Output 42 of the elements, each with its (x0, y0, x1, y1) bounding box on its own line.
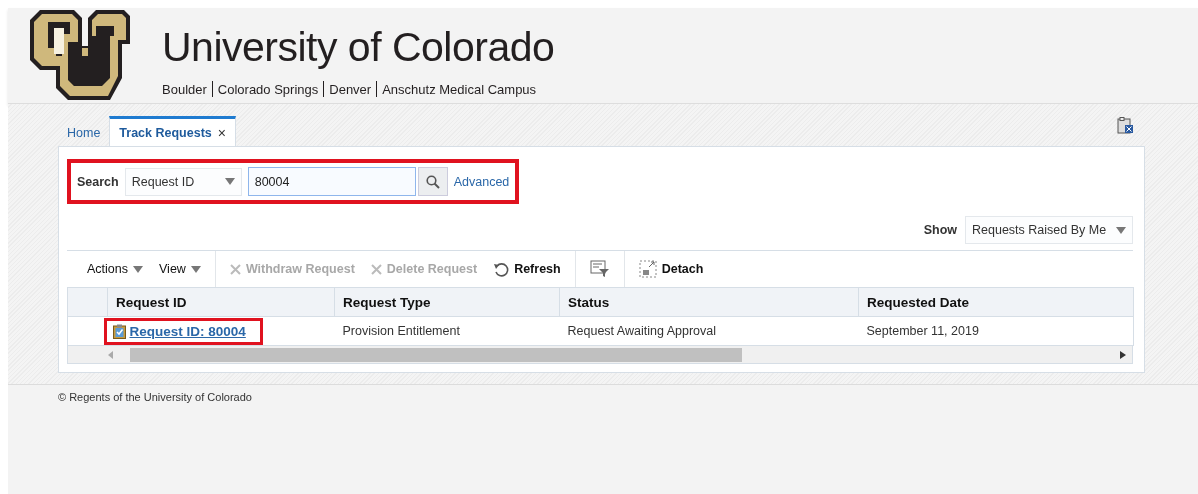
search-icon (425, 174, 440, 189)
search-label: Search (77, 174, 119, 189)
site-title: University of Colorado (162, 24, 555, 70)
horizontal-scrollbar[interactable] (67, 346, 1133, 364)
tab[interactable]: Home (58, 116, 110, 146)
refresh-button[interactable]: Refresh (485, 261, 569, 277)
table-cell: Provision Entitlement (334, 316, 560, 346)
close-icon (229, 263, 241, 275)
column-header: Requested Date (858, 287, 1134, 317)
show-label: Show (923, 223, 957, 237)
close-icon[interactable]: × (217, 124, 226, 141)
refresh-icon (493, 261, 510, 277)
column-header: Request Type (334, 287, 560, 317)
caret-icon (224, 178, 235, 185)
show-dropdown[interactable]: Requests Raised By Me (965, 216, 1133, 244)
window-close-icon[interactable] (1117, 117, 1134, 134)
campus-name: Boulder (162, 81, 207, 97)
table-cell: Request Awaiting Approval (559, 316, 859, 346)
copyright-text: © Regents of the University of Colorado (58, 391, 252, 403)
close-icon (370, 263, 382, 275)
caret-icon (190, 265, 201, 273)
campus-name: Anschutz Medical Campus (382, 81, 537, 97)
clipboard-icon (112, 323, 126, 339)
caret-icon (1116, 226, 1126, 234)
search-button[interactable] (417, 167, 448, 196)
column-header: Status (559, 287, 859, 317)
column-header: Request ID (107, 287, 335, 317)
caret-icon (133, 265, 143, 273)
detach-button[interactable]: Detach (630, 260, 712, 278)
detach-icon (638, 260, 657, 278)
advanced-link[interactable]: Advanced (453, 174, 510, 189)
scroll-right-icon[interactable] (1120, 350, 1126, 359)
search-type-dropdown[interactable]: Request ID (124, 167, 242, 196)
menu-button[interactable]: Actions (79, 262, 151, 276)
search-field[interactable]: 80004 (247, 167, 416, 196)
tab[interactable]: Track Requests × (109, 116, 236, 146)
campus-name: Denver (329, 81, 372, 97)
request-link[interactable]: Request ID: 80004 (129, 323, 246, 339)
menu-button[interactable]: View (151, 262, 209, 276)
filter-icon[interactable] (589, 260, 610, 278)
campus-name: Colorado Springs (217, 81, 319, 97)
table-cell: September 11, 2019 (858, 316, 1134, 346)
